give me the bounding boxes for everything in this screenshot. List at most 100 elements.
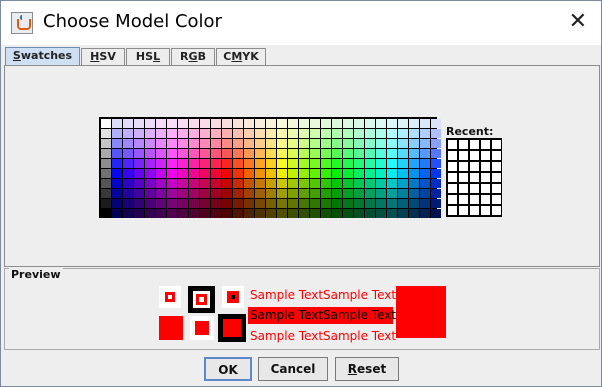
color-swatch[interactable] [431,199,441,208]
color-swatch[interactable] [178,199,188,208]
color-swatch[interactable] [200,129,210,138]
color-swatch[interactable] [123,119,133,128]
color-swatch[interactable] [156,199,166,208]
color-swatch[interactable] [343,149,353,158]
color-swatch[interactable] [299,119,309,128]
tab-swatches[interactable]: Swatches [5,47,80,65]
color-swatch[interactable] [277,129,287,138]
color-swatch[interactable] [321,209,331,218]
color-swatch[interactable] [288,189,298,198]
color-swatch[interactable] [277,119,287,128]
color-swatch[interactable] [310,129,320,138]
color-swatch[interactable] [343,119,353,128]
color-swatch[interactable] [277,169,287,178]
color-swatch[interactable] [200,169,210,178]
color-swatch[interactable] [189,179,199,188]
color-swatch[interactable] [288,149,298,158]
color-swatch[interactable] [266,179,276,188]
reset-button[interactable]: Reset [335,357,399,381]
tab-rgb[interactable]: RGB [171,48,215,65]
color-swatch[interactable] [420,189,430,198]
color-swatch[interactable] [145,169,155,178]
recent-swatch[interactable] [481,140,490,149]
color-swatch[interactable] [310,139,320,148]
color-swatch[interactable] [431,159,441,168]
color-swatch[interactable] [299,129,309,138]
color-swatch[interactable] [409,179,419,188]
color-swatch[interactable] [123,199,133,208]
recent-swatch[interactable] [492,151,501,160]
color-swatch[interactable] [200,159,210,168]
color-swatch[interactable] [255,169,265,178]
recent-swatch[interactable] [448,206,457,215]
color-swatch[interactable] [266,139,276,148]
color-swatch[interactable] [156,149,166,158]
color-swatch[interactable] [420,169,430,178]
color-swatch[interactable] [244,119,254,128]
color-swatch[interactable] [233,139,243,148]
color-swatch[interactable] [156,169,166,178]
color-swatch[interactable] [431,179,441,188]
color-swatch[interactable] [409,149,419,158]
color-swatch[interactable] [189,149,199,158]
color-swatch[interactable] [112,199,122,208]
color-swatch[interactable] [277,139,287,148]
color-swatch[interactable] [376,179,386,188]
color-swatch[interactable] [123,209,133,218]
color-swatch[interactable] [233,189,243,198]
color-swatch[interactable] [321,129,331,138]
recent-swatch[interactable] [492,206,501,215]
color-swatch[interactable] [299,179,309,188]
color-swatch[interactable] [365,149,375,158]
color-swatch[interactable] [178,189,188,198]
color-swatch[interactable] [156,179,166,188]
color-swatch[interactable] [156,139,166,148]
color-swatch[interactable] [156,129,166,138]
recent-swatch[interactable] [470,195,479,204]
color-swatch[interactable] [332,179,342,188]
color-swatch[interactable] [222,129,232,138]
recent-swatch[interactable] [470,173,479,182]
recent-swatch-grid[interactable] [446,138,502,217]
color-swatch[interactable] [365,169,375,178]
color-swatch[interactable] [321,199,331,208]
color-swatch[interactable] [178,129,188,138]
color-swatch[interactable] [343,139,353,148]
color-swatch[interactable] [398,139,408,148]
color-swatch[interactable] [200,119,210,128]
color-swatch[interactable] [244,179,254,188]
color-swatch[interactable] [145,139,155,148]
color-swatch[interactable] [200,149,210,158]
color-swatch[interactable] [354,179,364,188]
color-swatch[interactable] [233,199,243,208]
color-swatch[interactable] [178,179,188,188]
color-swatch[interactable] [134,119,144,128]
color-swatch[interactable] [420,129,430,138]
color-swatch[interactable] [387,139,397,148]
color-swatch[interactable] [288,199,298,208]
color-swatch[interactable] [266,189,276,198]
recent-swatch[interactable] [481,206,490,215]
color-swatch[interactable] [156,189,166,198]
color-swatch[interactable] [288,139,298,148]
color-swatch[interactable] [200,139,210,148]
color-swatch[interactable] [189,119,199,128]
color-swatch[interactable] [266,159,276,168]
color-swatch[interactable] [354,139,364,148]
color-swatch[interactable] [244,149,254,158]
color-swatch[interactable] [431,139,441,148]
color-swatch[interactable] [112,119,122,128]
color-swatch[interactable] [332,129,342,138]
color-swatch[interactable] [398,209,408,218]
color-swatch[interactable] [420,119,430,128]
color-swatch[interactable] [255,139,265,148]
color-swatch[interactable] [354,129,364,138]
recent-swatch[interactable] [481,162,490,171]
color-swatch[interactable] [123,139,133,148]
color-swatch[interactable] [112,209,122,218]
color-swatch[interactable] [354,199,364,208]
color-swatch[interactable] [288,119,298,128]
color-swatch[interactable] [145,209,155,218]
swatch-grid[interactable] [99,117,441,218]
color-swatch[interactable] [134,129,144,138]
